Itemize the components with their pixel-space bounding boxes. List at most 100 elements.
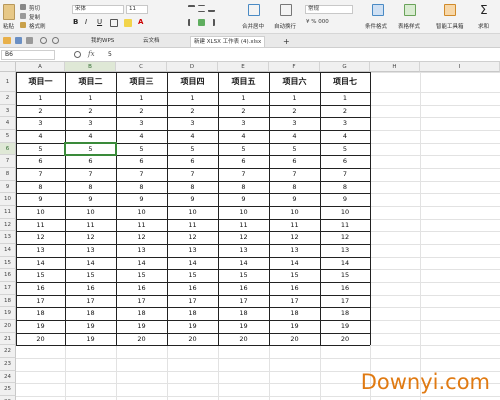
table-cell[interactable]: 16 [116,282,167,295]
table-cell[interactable]: 11 [320,219,370,232]
table-cell[interactable]: 19 [167,320,218,333]
table-cell[interactable]: 1 [16,92,65,105]
table-cell[interactable]: 6 [320,155,370,168]
table-cell[interactable]: 4 [218,130,269,143]
table-cell[interactable]: 15 [65,269,116,282]
table-cell[interactable]: 20 [116,333,167,346]
table-cell[interactable]: 8 [16,181,65,194]
row-header[interactable]: 15 [0,256,16,270]
wrap-text-icon[interactable] [280,4,292,16]
row-header[interactable]: 26 [0,395,16,400]
table-cell[interactable]: 3 [269,117,320,130]
row-header[interactable]: 10 [0,193,16,206]
table-cell[interactable]: 7 [65,168,116,181]
table-cell[interactable]: 20 [167,333,218,346]
row-header[interactable]: 18 [0,294,16,308]
table-cell[interactable]: 10 [65,206,116,219]
table-cell[interactable]: 17 [269,295,320,308]
table-cell[interactable]: 19 [65,333,116,346]
table-cell[interactable]: 7 [167,168,218,181]
fill-color-icon[interactable] [124,19,132,27]
table-cell[interactable]: 12 [16,231,65,244]
table-cell[interactable]: 17 [65,295,116,308]
table-header-cell[interactable]: 项目五 [218,72,269,92]
align-top-icon[interactable] [188,5,195,12]
table-cell[interactable]: 5 [269,143,320,156]
table-cell[interactable]: 15 [16,269,65,282]
font-size-select[interactable]: 11 [126,5,148,14]
table-cell[interactable]: 9 [116,193,167,206]
column-header-d[interactable]: D [167,62,218,72]
row-header[interactable]: 3 [0,104,16,118]
table-cell[interactable]: 8 [269,181,320,194]
row-header[interactable]: 20 [0,319,16,333]
table-cell[interactable]: 3 [218,117,269,130]
table-cell[interactable]: 18 [269,307,320,320]
row-header[interactable]: 7 [0,155,16,168]
table-cell[interactable]: 3 [116,117,167,130]
wrap-text-button[interactable]: 自动换行 [274,22,296,30]
table-cell[interactable]: 7 [116,168,167,181]
table-cell[interactable]: 10 [269,206,320,219]
table-cell[interactable]: 14 [167,257,218,270]
table-cell[interactable]: 20 [16,333,65,346]
column-header-e[interactable]: E [218,62,269,72]
table-cell[interactable]: 13 [218,244,269,257]
table-cell[interactable]: 8 [167,181,218,194]
table-cell[interactable]: 10 [218,206,269,219]
table-cell[interactable]: 2 [116,105,167,118]
table-cell[interactable]: 17 [16,295,65,308]
table-cell[interactable]: 17 [116,295,167,308]
row-header[interactable]: 21 [0,332,16,346]
table-cell[interactable]: 6 [116,155,167,168]
underline-button[interactable]: U [97,18,102,26]
table-cell[interactable]: 15 [116,269,167,282]
table-cell[interactable]: 9 [320,193,370,206]
align-middle-icon[interactable] [198,5,205,12]
table-cell[interactable]: 3 [65,117,116,130]
paste-button[interactable]: 粘贴 [3,22,14,30]
table-cell[interactable]: 9 [16,193,65,206]
table-cell[interactable]: 2 [16,105,65,118]
table-cell[interactable]: 14 [269,257,320,270]
table-cell[interactable]: 6 [167,155,218,168]
row-header[interactable]: 19 [0,307,16,320]
table-cell[interactable]: 18 [116,307,167,320]
row-header[interactable]: 5 [0,129,16,143]
table-cell[interactable]: 2 [269,105,320,118]
table-cell[interactable]: 10 [320,206,370,219]
table-cell[interactable]: 5 [320,143,370,156]
align-bottom-icon[interactable] [208,5,215,12]
table-cell[interactable]: 18 [16,307,65,320]
row-header[interactable]: 9 [0,180,16,194]
table-cell[interactable]: 1 [65,92,116,105]
sum-icon[interactable]: Σ [480,3,488,17]
table-cell[interactable]: 14 [16,257,65,270]
table-cell[interactable]: 12 [65,231,116,244]
table-cell[interactable]: 13 [320,244,370,257]
table-cell[interactable]: 12 [218,231,269,244]
table-cell[interactable]: 9 [218,193,269,206]
column-header-a[interactable]: A [16,62,65,72]
table-cell[interactable]: 11 [218,219,269,232]
conditional-format-button[interactable]: 条件格式 [365,22,387,30]
column-header-h[interactable]: H [370,62,420,72]
table-cell[interactable]: 13 [16,244,65,257]
table-cell[interactable]: 12 [167,231,218,244]
table-cell[interactable]: 11 [65,219,116,232]
row-header[interactable]: 2 [0,92,16,105]
number-format-select[interactable]: 常规 [305,5,353,14]
table-cell[interactable]: 14 [65,257,116,270]
copy-button[interactable]: 复制 [29,13,40,21]
table-cell[interactable]: 13 [167,244,218,257]
table-cell[interactable]: 8 [116,181,167,194]
table-style-button[interactable]: 表格样式 [398,22,420,30]
row-header[interactable]: 1 [0,72,16,92]
table-cell[interactable]: 15 [269,269,320,282]
table-cell[interactable]: 5 [167,143,218,156]
tab-cloud-docs[interactable]: 云文档 [140,36,163,47]
column-header-i[interactable]: I [420,62,500,72]
table-cell[interactable]: 4 [167,130,218,143]
save-icon[interactable] [15,37,22,44]
row-header[interactable]: 23 [0,357,16,371]
